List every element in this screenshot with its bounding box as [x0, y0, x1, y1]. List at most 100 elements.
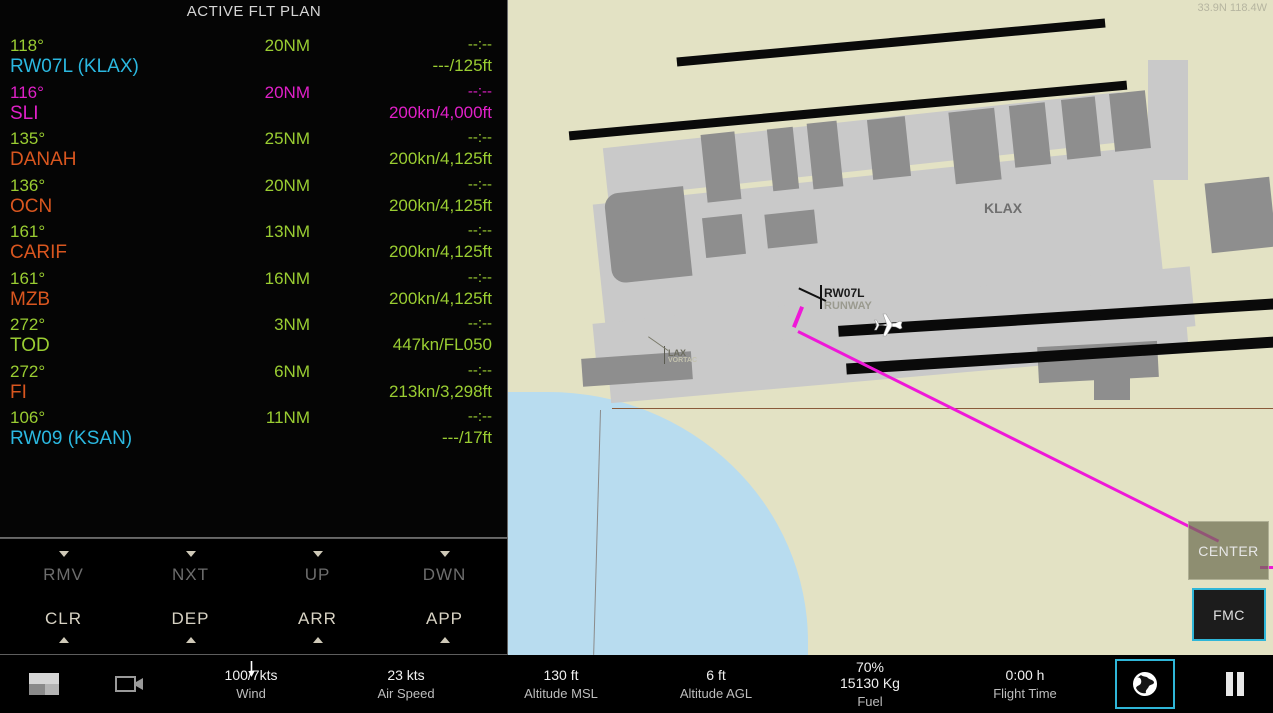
waypoint-distance: 20NM [264, 36, 310, 55]
navigation-map[interactable]: LAX VORTAC KLAX 33.9N 118.4W RW07L RUNWA… [508, 0, 1273, 655]
globe-icon[interactable] [1110, 655, 1180, 713]
flight-plan-list[interactable]: ACTIVE FLT PLAN 118° RW07L (KLAX) 20NM --:-… [0, 0, 508, 538]
status-bar: 100/7kts Wind 23 kts Air Speed 130 ft Al… [0, 655, 1273, 713]
runway-label: RW07L [824, 286, 865, 300]
waypoint-speed-altitude: 213kn/3,298ft [388, 381, 492, 401]
center-map-button[interactable]: CENTER [1188, 521, 1269, 580]
flight-plan-row[interactable]: 161° MZB 16NM --:-- 200kn/4,125ft [0, 269, 500, 316]
map-coordinates: 33.9N 118.4W [1197, 2, 1267, 14]
waypoint-distance: 25NM [264, 129, 310, 148]
fuel-label: Fuel [857, 694, 883, 710]
pad-button-label: UP [304, 564, 331, 584]
flight-plan-row[interactable]: 118° RW07L (KLAX) 20NM --:-- ---/125ft [0, 36, 500, 83]
chevron-down-icon [312, 550, 323, 557]
pause-icon[interactable] [1205, 655, 1265, 713]
waypoint-distance: 16NM [264, 268, 310, 288]
waypoint-name: FI [10, 381, 27, 403]
pad-button-label: RMV [43, 564, 84, 584]
flight-plan-row[interactable]: 135° DANAH 25NM --:-- 200kn/4,125ft [0, 129, 500, 176]
status-fuel: 70% 15130 Kg Fuel [805, 655, 935, 713]
terminal-building [1204, 176, 1273, 254]
waypoint-name: SLI [10, 102, 39, 124]
flight-plan-row[interactable]: 161° CARIF 13NM --:-- 200kn/4,125ft [0, 222, 500, 269]
pad-button-app[interactable]: APP [381, 597, 508, 654]
pad-button-label: DWN [422, 564, 467, 584]
pad-button-nxt[interactable]: NXT [127, 539, 254, 596]
status-flight-time: 0:00 h Flight Time [960, 655, 1090, 713]
pad-button-dep[interactable]: DEP [127, 597, 254, 654]
terminal-building [1094, 360, 1130, 400]
pad-button-clr[interactable]: CLR [0, 597, 127, 654]
wind-direction-arrow [247, 661, 256, 683]
status-air-speed: 23 kts Air Speed [341, 655, 471, 713]
altitude-msl-value: 130 ft [543, 666, 579, 683]
waypoint-eta: --:-- [467, 408, 492, 425]
waypoint-distance: 13NM [264, 222, 310, 241]
waypoint-name: TOD [10, 335, 50, 356]
video-camera-icon[interactable] [100, 655, 160, 713]
terminal-building [1008, 102, 1052, 168]
airport-label: KLAX [984, 200, 1023, 216]
pad-button-dwn[interactable]: DWN [381, 539, 508, 596]
pad-button-rmv[interactable]: RMV [0, 539, 127, 596]
terminal-building [1060, 96, 1102, 160]
waypoint-distance: 6NM [274, 361, 310, 381]
waypoint-speed-altitude: 200kn/4,125ft [388, 288, 492, 308]
runway-type-label: RUNWAY [824, 300, 872, 312]
altitude-agl-value: 6 ft [706, 666, 726, 683]
waypoint-name: CARIF [10, 242, 67, 263]
status-altitude-msl: 130 ft Altitude MSL [496, 655, 626, 713]
waypoint-speed-altitude: ---/17ft [441, 428, 492, 447]
flight-time-value: 0:00 h [1005, 666, 1045, 683]
flight-plan-row[interactable]: 136° OCN 20NM --:-- 200kn/4,125ft [0, 176, 500, 223]
waypoint-name: DANAH [10, 149, 77, 170]
chevron-down-icon [439, 550, 450, 557]
aircraft-symbol [874, 310, 908, 340]
pad-button-label: ARR [298, 608, 337, 628]
waypoint-speed-altitude: 200kn/4,125ft [388, 242, 492, 261]
layout-panel-icon[interactable] [14, 655, 74, 713]
flight-sim-app: LAX VORTAC KLAX 33.9N 118.4W RW07L RUNWA… [0, 0, 1273, 713]
flight-plan-row[interactable]: 272° FI 6NM --:-- 213kn/3,298ft [0, 362, 500, 409]
runway-24r [676, 18, 1106, 67]
waypoint-distance: 20NM [264, 82, 310, 102]
status-wind: 100/7kts Wind [186, 655, 316, 713]
pad-button-arr[interactable]: ARR [254, 597, 381, 654]
pad-button-label: DEP [171, 608, 210, 628]
flight-plan-row[interactable]: 106° RW09 (KSAN) 11NM --:-- ---/17ft [0, 408, 500, 455]
waypoint-eta: --:-- [467, 129, 492, 146]
chevron-up-icon [312, 636, 323, 643]
chevron-up-icon [58, 636, 69, 643]
waypoint-speed-altitude: 200kn/4,125ft [388, 195, 492, 215]
waypoint-distance: 20NM [264, 175, 310, 195]
flight-plan-row[interactable]: 272° TOD 3NM --:-- 447kn/FL050 [0, 315, 500, 362]
chevron-up-icon [439, 636, 450, 643]
waypoint-eta: --:-- [467, 222, 492, 239]
waypoint-speed-altitude: 200kn/4,000ft [388, 102, 492, 122]
waypoint-distance: 11NM [265, 408, 310, 427]
waypoint-name: RW07L (KLAX) [10, 56, 139, 77]
fuel-mass: 15130 Kg [840, 675, 900, 691]
terminal-building [764, 209, 818, 249]
waypoint-eta: --:-- [467, 268, 492, 286]
airspace-boundary-horizontal [612, 408, 1273, 409]
air-speed-value: 23 kts [387, 666, 425, 683]
pad-button-label: APP [425, 608, 464, 628]
flight-time-label: Flight Time [993, 686, 1057, 702]
fuel-percent: 70% [855, 658, 885, 675]
flight-plan-row[interactable]: 116° SLI 20NM --:-- 200kn/4,000ft [0, 83, 500, 130]
altitude-msl-label: Altitude MSL [524, 686, 598, 702]
terminal-building [702, 214, 746, 258]
air-speed-label: Air Speed [377, 686, 435, 702]
waypoint-eta: --:-- [467, 175, 492, 193]
chevron-down-icon [58, 550, 69, 557]
terminal-building [1109, 90, 1151, 152]
waypoint-eta: --:-- [467, 315, 492, 332]
waypoint-name: RW09 (KSAN) [10, 428, 133, 449]
wind-label: Wind [236, 686, 266, 702]
waypoint-eta: --:-- [467, 82, 492, 100]
page-title: ACTIVE FLT PLAN [186, 3, 322, 20]
pad-button-up[interactable]: UP [254, 539, 381, 596]
waypoint-distance: 3NM [274, 315, 310, 334]
fmc-button[interactable]: FMC [1192, 588, 1266, 641]
